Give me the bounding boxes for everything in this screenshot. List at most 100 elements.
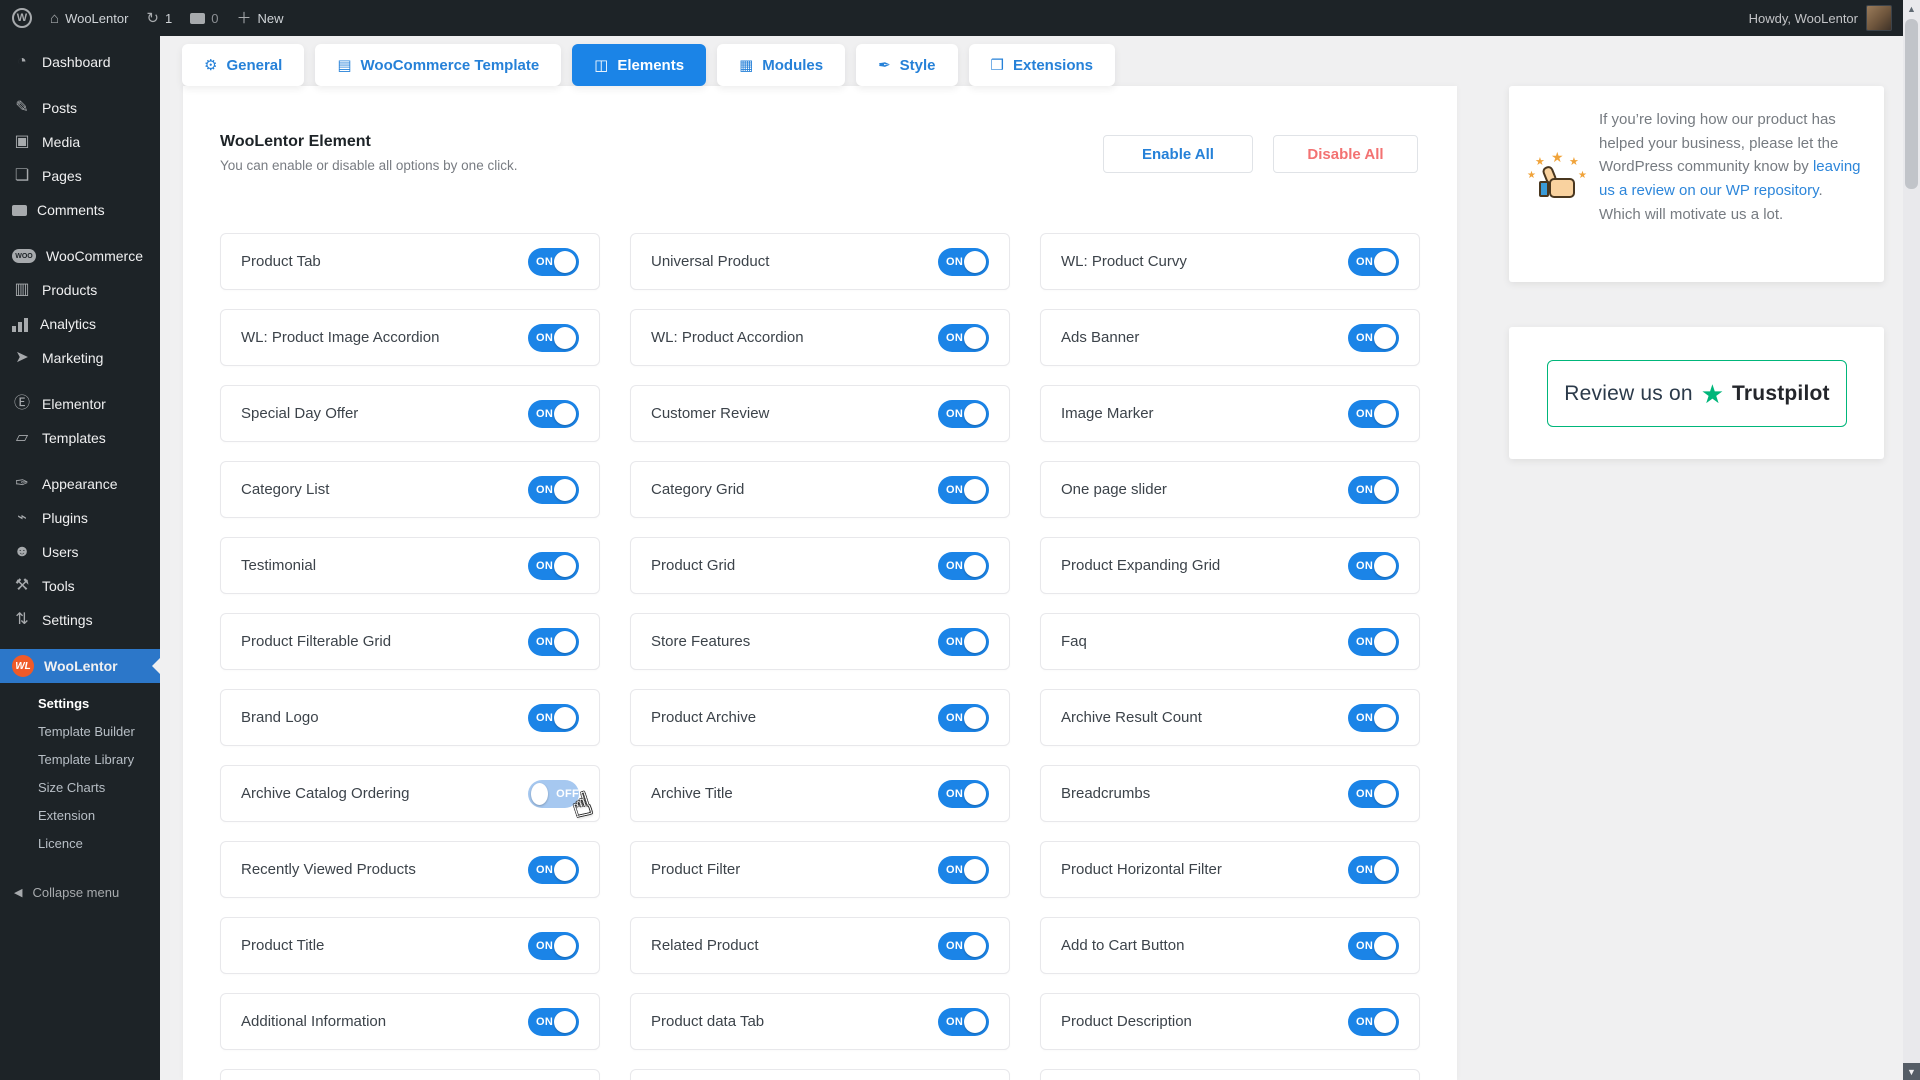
sidebar-item-products[interactable]: ▥ Products	[0, 273, 160, 307]
sidebar-item-woolentor[interactable]: WL WooLentor	[0, 649, 160, 683]
sidebar-item-label: Appearance	[42, 476, 118, 492]
toggle-faq[interactable]: ON	[1348, 628, 1399, 656]
element-label: Universal Product	[651, 253, 770, 270]
toggle-product-data-tab[interactable]: ON	[938, 1008, 989, 1036]
tab-modules[interactable]: ▦ Modules	[717, 44, 846, 86]
toggle-product-grid[interactable]: ON	[938, 552, 989, 580]
sidebar-item-label: WooLentor	[44, 658, 118, 674]
updates-indicator[interactable]: ↻ 1	[146, 11, 172, 26]
submenu-item-licence[interactable]: Licence	[0, 829, 160, 857]
toggle-special-day-offer[interactable]: ON	[528, 400, 579, 428]
tab-elements[interactable]: ◫ Elements	[572, 44, 707, 86]
disable-all-button[interactable]: Disable All	[1273, 135, 1418, 173]
toggle-wl-product-curvy[interactable]: ON	[1348, 248, 1399, 276]
toggle-state-label: ON	[946, 484, 964, 496]
tab-extensions[interactable]: ❒ Extensions	[968, 44, 1116, 86]
toggle-product-title[interactable]: ON	[528, 932, 579, 960]
element-card-faq: Faq ON	[1040, 613, 1420, 670]
site-name-menu[interactable]: ⌂ WooLentor	[50, 11, 128, 26]
tab-style[interactable]: ✒ Style	[856, 44, 958, 86]
sidebar-item-users[interactable]: ☻ Users	[0, 535, 160, 569]
sidebar-item-analytics[interactable]: Analytics	[0, 307, 160, 341]
sidebar-item-plugins[interactable]: ⌁ Plugins	[0, 501, 160, 535]
scrollbar-thumb[interactable]	[1905, 19, 1918, 189]
toggle-product-tab[interactable]: ON	[528, 248, 579, 276]
element-label: Archive Catalog Ordering	[241, 785, 410, 802]
toggle-one-page-slider[interactable]: ON	[1348, 476, 1399, 504]
toggle-product-filter[interactable]: ON	[938, 856, 989, 884]
toggle-archive-catalog-ordering[interactable]: OFF	[528, 780, 579, 808]
scroll-up-arrow[interactable]: ▲	[1903, 0, 1920, 17]
submenu-item-template-library[interactable]: Template Library	[0, 745, 160, 773]
element-card-partial	[220, 1069, 600, 1080]
sidebar-item-posts[interactable]: ✎ Posts	[0, 91, 160, 125]
trustpilot-review-button[interactable]: Review us on ★ Trustpilot	[1547, 360, 1847, 427]
submenu-item-template-builder[interactable]: Template Builder	[0, 717, 160, 745]
toggle-knob	[1374, 707, 1396, 729]
toggle-customer-review[interactable]: ON	[938, 400, 989, 428]
gear-icon: ⚙	[204, 57, 218, 74]
store-icon: ▤	[337, 57, 352, 74]
sidebar-item-templates[interactable]: ▱ Templates	[0, 421, 160, 455]
submenu-item-settings[interactable]: Settings	[0, 689, 160, 717]
toggle-wl-product-image-accordion[interactable]: ON	[528, 324, 579, 352]
toggle-product-horizontal-filter[interactable]: ON	[1348, 856, 1399, 884]
toggle-image-marker[interactable]: ON	[1348, 400, 1399, 428]
toggle-breadcrumbs[interactable]: ON	[1348, 780, 1399, 808]
tab-general[interactable]: ⚙ General	[182, 44, 305, 86]
howdy-account-menu[interactable]: Howdy, WooLentor	[1749, 11, 1858, 26]
toggle-knob	[1374, 479, 1396, 501]
elements-panel: WooLentor Element You can enable or disa…	[183, 86, 1457, 1080]
toggle-wl-product-accordion[interactable]: ON	[938, 324, 989, 352]
toggle-state-label: ON	[536, 256, 554, 268]
sidebar-item-appearance[interactable]: ✑ Appearance	[0, 467, 160, 501]
collapse-menu-button[interactable]: ◀ Collapse menu	[0, 875, 160, 909]
sidebar-item-settings[interactable]: ⇅ Settings	[0, 603, 160, 637]
trustpilot-card: Review us on ★ Trustpilot	[1509, 327, 1884, 459]
toggle-store-features[interactable]: ON	[938, 628, 989, 656]
toggle-universal-product[interactable]: ON	[938, 248, 989, 276]
toggle-knob	[1374, 859, 1396, 881]
sidebar-item-woocommerce[interactable]: WOO WooCommerce	[0, 239, 160, 273]
page-title: WooLentor Element	[220, 133, 371, 150]
toggle-product-expanding-grid[interactable]: ON	[1348, 552, 1399, 580]
marketing-icon: ➤	[15, 349, 29, 366]
menu-separator	[0, 637, 160, 649]
toggle-brand-logo[interactable]: ON	[528, 704, 579, 732]
toggle-additional-information[interactable]: ON	[528, 1008, 579, 1036]
toggle-knob	[1374, 403, 1396, 425]
submenu-item-size-charts[interactable]: Size Charts	[0, 773, 160, 801]
sidebar-item-dashboard[interactable]: ◔ Dashboard	[0, 45, 160, 79]
sidebar-item-media[interactable]: ▣ Media	[0, 125, 160, 159]
toggle-product-filterable-grid[interactable]: ON	[528, 628, 579, 656]
toggle-archive-result-count[interactable]: ON	[1348, 704, 1399, 732]
comments-indicator[interactable]: 0	[190, 11, 218, 26]
element-label: Store Features	[651, 633, 751, 650]
sidebar-item-pages[interactable]: ❏ Pages	[0, 159, 160, 193]
sidebar-item-marketing[interactable]: ➤ Marketing	[0, 341, 160, 375]
scroll-down-arrow[interactable]: ▼	[1903, 1063, 1920, 1080]
media-icon: ▣	[14, 133, 30, 150]
element-label: Product Grid	[651, 557, 736, 574]
sidebar-item-comments[interactable]: Comments	[0, 193, 160, 227]
sidebar-item-tools[interactable]: ⚒ Tools	[0, 569, 160, 603]
new-content-menu[interactable]: ＋ New	[236, 11, 283, 26]
toggle-product-description[interactable]: ON	[1348, 1008, 1399, 1036]
enable-all-button[interactable]: Enable All	[1103, 135, 1253, 173]
toggle-add-to-cart-button[interactable]: ON	[1348, 932, 1399, 960]
toggle-archive-title[interactable]: ON	[938, 780, 989, 808]
page-scrollbar[interactable]: ▲ ▼	[1903, 0, 1920, 1080]
element-card-wl-product-image-accordion: WL: Product Image Accordion ON	[220, 309, 600, 366]
toggle-category-grid[interactable]: ON	[938, 476, 989, 504]
toggle-testimonial[interactable]: ON	[528, 552, 579, 580]
toggle-category-list[interactable]: ON	[528, 476, 579, 504]
toggle-product-archive[interactable]: ON	[938, 704, 989, 732]
sidebar-item-elementor[interactable]: Ⓔ Elementor	[0, 387, 160, 421]
wordpress-logo-icon[interactable]: W	[12, 8, 32, 28]
user-avatar[interactable]	[1866, 5, 1892, 31]
toggle-related-product[interactable]: ON	[938, 932, 989, 960]
tab-woocommerce-template[interactable]: ▤ WooCommerce Template	[315, 44, 562, 86]
submenu-item-extension[interactable]: Extension	[0, 801, 160, 829]
toggle-ads-banner[interactable]: ON	[1348, 324, 1399, 352]
toggle-recently-viewed-products[interactable]: ON	[528, 856, 579, 884]
